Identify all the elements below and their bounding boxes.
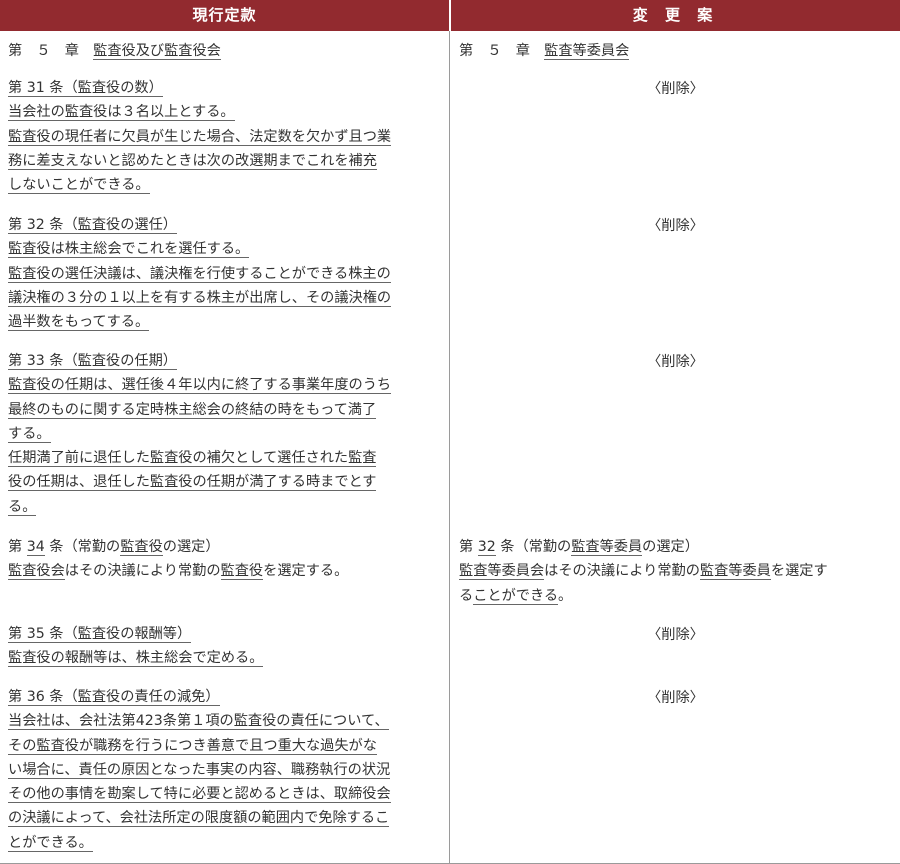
article-text: る。 [8,498,37,516]
article-text: 監査役の任期は、選任後４年以内に終了する事業年度のうち [8,377,392,395]
article-36-current: 第 36 条（監査役の責任の減免） 当会社は、会社法第423条第１項の監査役の責… [8,685,444,855]
article-text: ることができる。 [459,587,573,605]
article-32-proposed: 第 32 条（常勤の監査等委員の選定） 監査等委員会はその決議により常勤の監査等… [459,535,895,608]
article-text: 議決権の３分の１以上を有する株主が出席し、その議決権の [8,289,392,307]
article-text: 監査役は株主総会でこれを選任する。 [8,241,250,259]
article-text: 過半数をもってする。 [8,314,150,332]
column-divider [449,31,450,864]
article-title: 第 35 条（監査役の報酬等） [8,626,192,643]
article-text: 監査等委員会はその決議により常勤の監査等委員を選定す [459,563,828,581]
article-text: 任期満了前に退任した監査役の補欠として選任された監査 [8,450,377,468]
article-title: 第 32 条（監査役の選任） [8,217,177,234]
article-title: 第 32 条（常勤の監査等委員の選定） [459,539,699,556]
article-text: する。 [8,425,51,443]
table-header: 現行定款 変 更 案 [0,0,900,31]
deleted-label: 〈削除〉 [647,218,704,234]
article-text: その監査役が職務を行うにつき善意で且つ重大な過失がな [8,737,377,755]
article-32-current: 第 32 条（監査役の選任） 監査役は株主総会でこれを選任する。 監査役の選任決… [8,213,444,334]
article-text: しないことができる。 [8,177,150,195]
article-text: 監査役会はその決議により常勤の監査役を選定する。 [8,563,349,581]
chapter-prefix: 第 ５ 章 [459,43,545,59]
article-text: 当会社の監査役は３名以上とする。 [8,104,235,122]
article-33-current: 第 33 条（監査役の任期） 監査役の任期は、選任後４年以内に終了する事業年度の… [8,349,444,519]
article-title: 第 33 条（監査役の任期） [8,353,177,370]
article-text: 最終のものに関する定時株主総会の終結の時をもって満了 [8,401,377,419]
article-title: 第 34 条（常勤の監査役の選定） [8,539,220,556]
chapter-prefix: 第 ５ 章 [8,43,94,59]
deleted-label: 〈削除〉 [647,354,704,370]
article-text: 監査役の選任決議は、議決権を行使することができる株主の [8,265,391,283]
header-proposed-amendment: 変 更 案 [632,6,719,24]
article-text: 務に差支えないと認めたときは次の改選期までこれを補充 [8,152,377,170]
article-text: その他の事情を勘案して特に必要と認めるときは、取締役会 [8,786,391,804]
article-34-current: 第 34 条（常勤の監査役の選定） 監査役会はその決議により常勤の監査役を選定す… [8,535,444,584]
header-current-articles: 現行定款 [192,6,257,24]
article-title: 第 36 条（監査役の責任の減免） [8,689,220,706]
article-text: 当会社は、会社法第423条第１項の監査役の責任について、 [8,713,389,731]
deleted-label: 〈削除〉 [647,690,704,706]
article-35-current: 第 35 条（監査役の報酬等） 監査役の報酬等は、株主総会で定める。 [8,622,444,671]
chapter-title: 監査役及び監査役会 [93,43,221,60]
deleted-label: 〈削除〉 [647,627,704,643]
article-text: 役の任期は、退任した監査役の任期が満了する時までとす [8,474,377,492]
article-text: とができる。 [8,834,93,852]
article-text: 監査役の現任者に欠員が生じた場合、法定数を欠かず且つ業 [8,128,392,146]
article-31-current: 第 31 条（監査役の数） 当会社の監査役は３名以上とする。 監査役の現任者に欠… [8,76,444,197]
chapter-title: 監査等委員会 [544,43,630,60]
deleted-label: 〈削除〉 [647,81,704,97]
article-text: い場合に、責任の原因となった事実の内容、職務執行の状況 [8,761,391,779]
article-text: 監査役の報酬等は、株主総会で定める。 [8,650,264,668]
chapter-heading-current: 第 ５ 章 監査役及び監査役会 [8,39,444,63]
article-title: 第 31 条（監査役の数） [8,80,163,97]
article-text: の決議によって、会社法所定の限度額の範囲内で免除するこ [8,810,390,828]
chapter-heading-proposed: 第 ５ 章 監査等委員会 [459,39,895,63]
